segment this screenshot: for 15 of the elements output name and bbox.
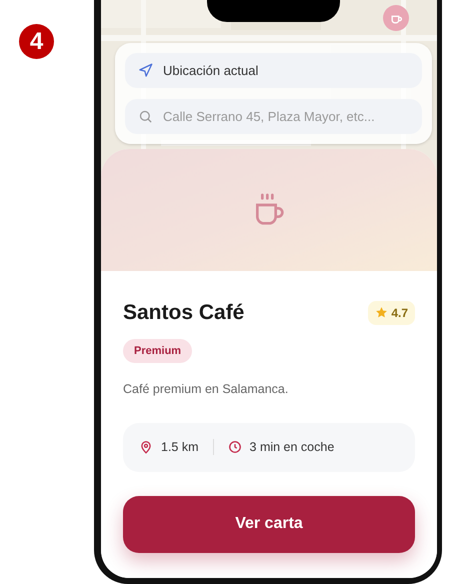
rating-value: 4.7 [391, 304, 408, 322]
search-field[interactable]: Calle Serrano 45, Plaza Mayor, etc... [125, 99, 422, 134]
star-icon [375, 306, 388, 320]
current-location-button[interactable]: Ubicación actual [125, 53, 422, 88]
navigation-arrow-icon [138, 63, 153, 78]
premium-tag: Premium [123, 338, 192, 363]
place-description: Café premium en Salamanca. [123, 381, 290, 398]
view-menu-button[interactable]: Ver carta [123, 496, 415, 553]
step-badge: 4 [19, 24, 54, 59]
travel-time-text: 3 min en coche [250, 438, 334, 456]
distance-text: 1.5 km [161, 438, 199, 456]
search-icon [138, 109, 153, 124]
clock-icon [228, 440, 242, 454]
place-name: Santos Café [123, 300, 244, 326]
location-pin-icon [139, 440, 153, 454]
